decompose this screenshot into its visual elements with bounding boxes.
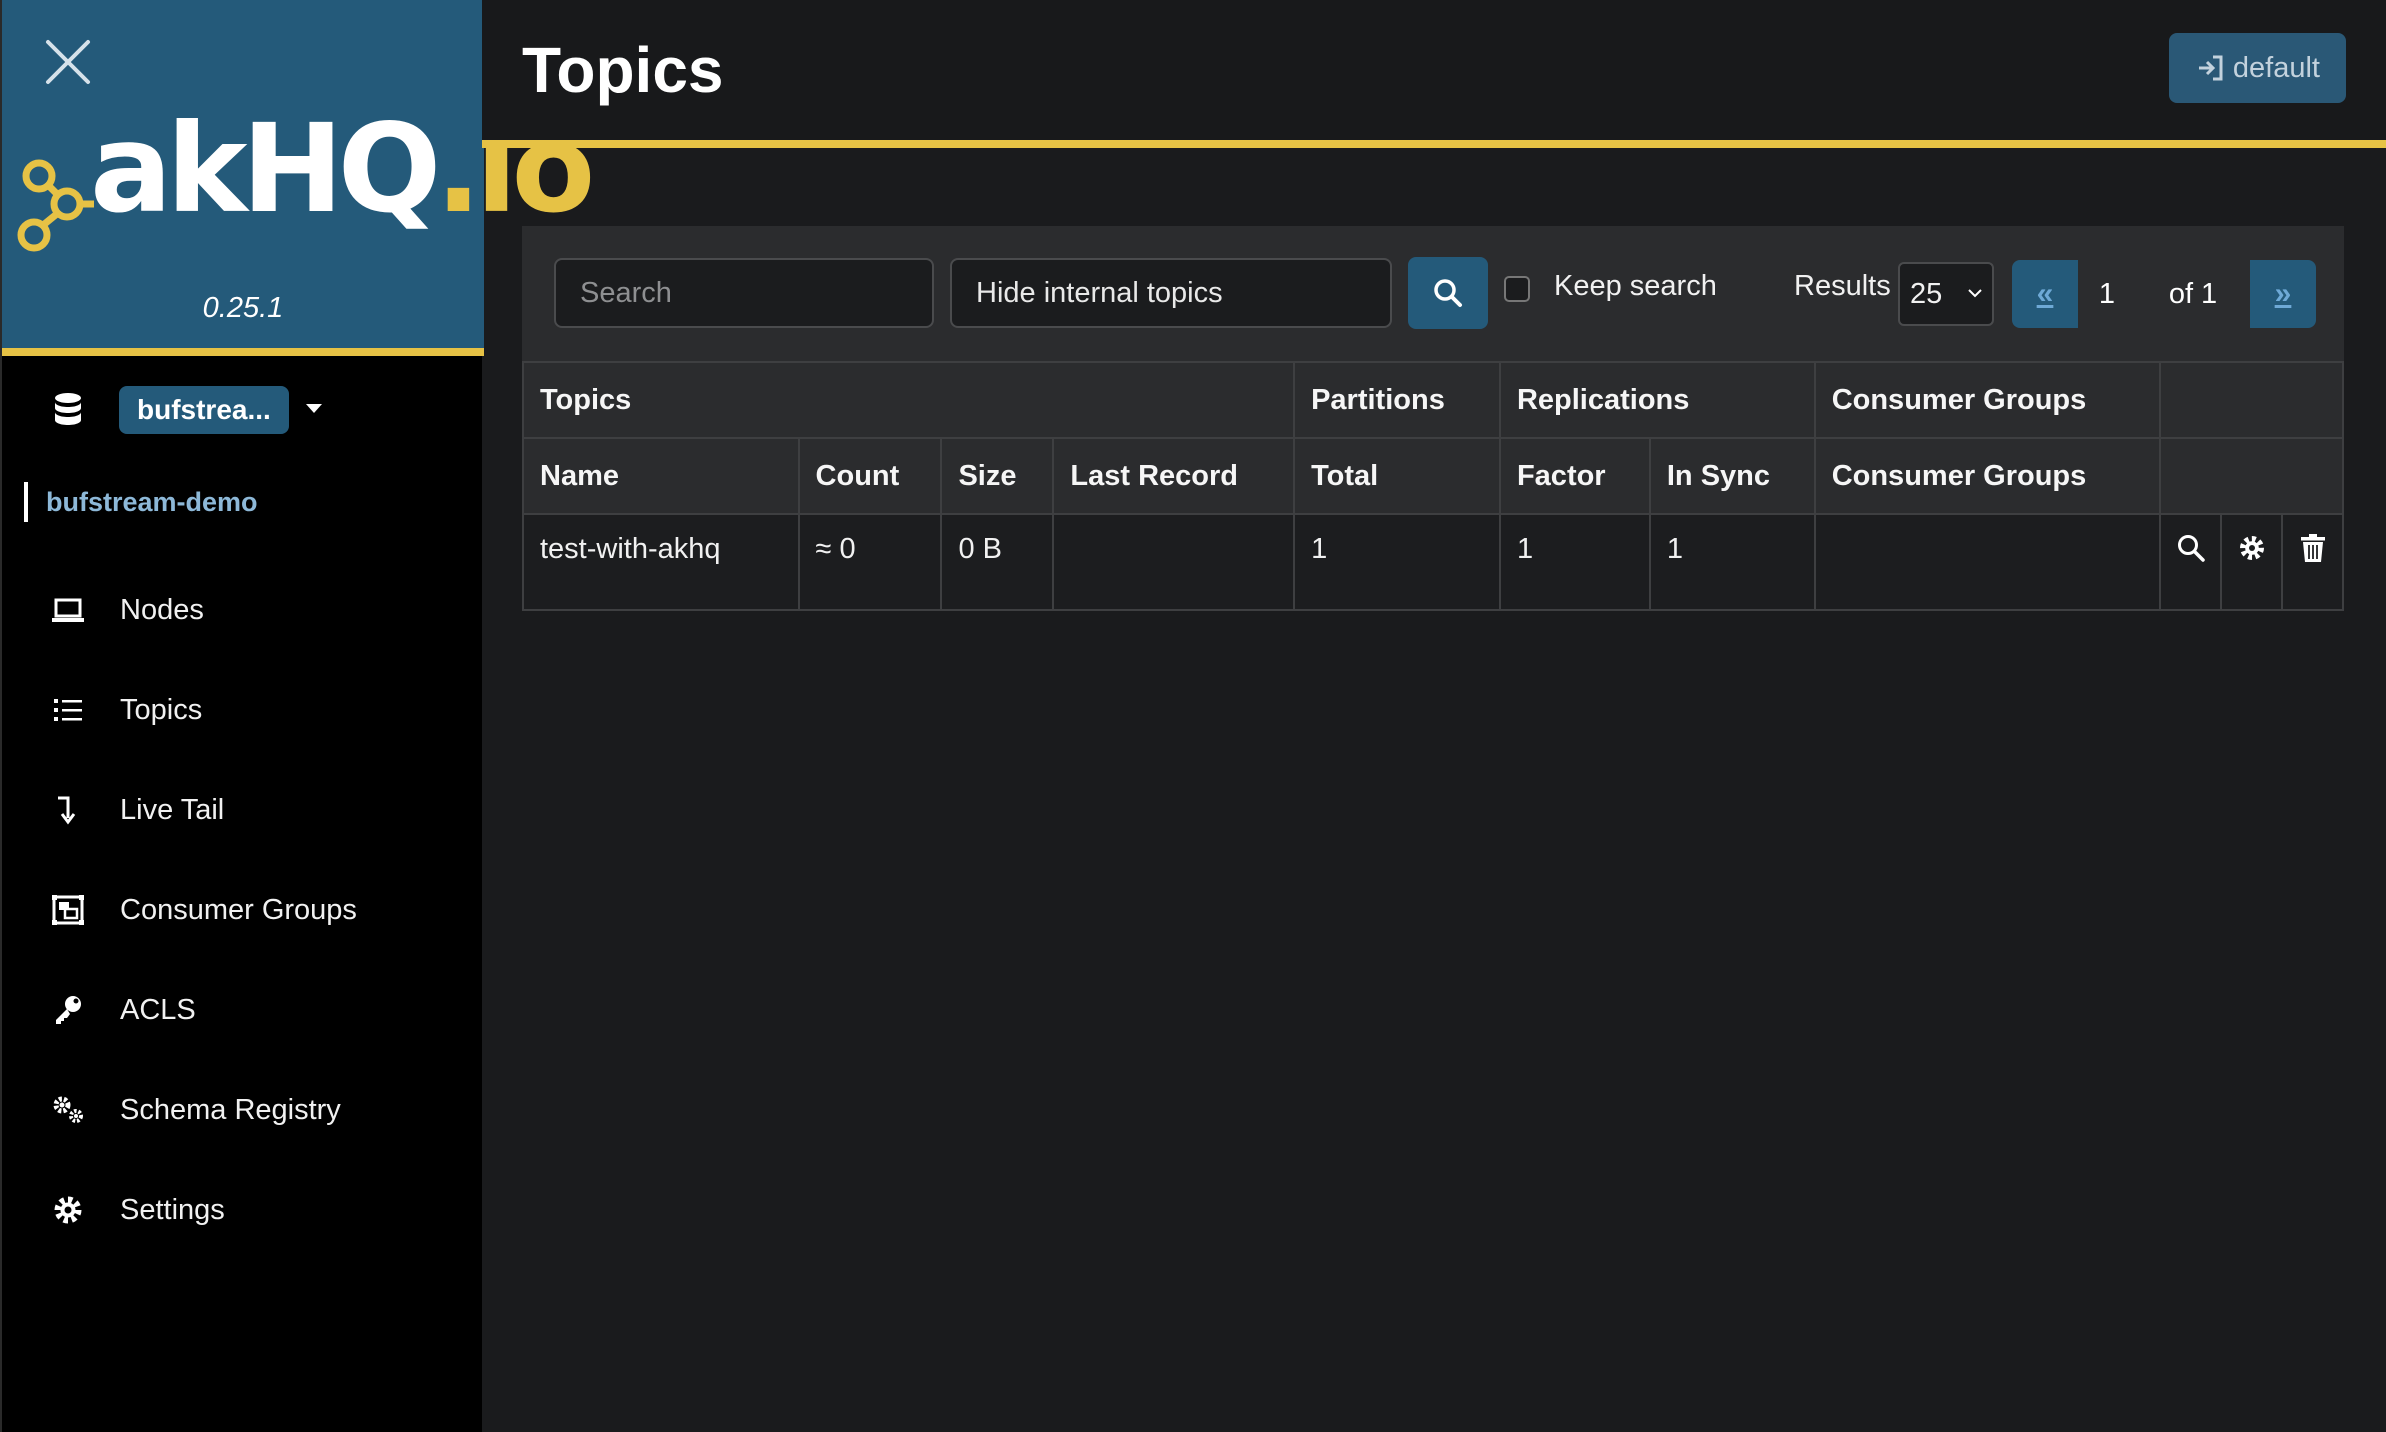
column-header-total[interactable]: Total [1293, 437, 1501, 515]
cell-replication-factor: 1 [1498, 513, 1651, 611]
sidebar: akHQ.io 0.25.1 bufstrea... bufstream-dem… [0, 0, 595, 1432]
first-page-button[interactable]: « [2012, 260, 2078, 328]
page-header: Topics default [482, 0, 2386, 148]
laptop-icon [52, 598, 84, 622]
cell-last-record [1052, 513, 1296, 611]
column-header-consumer-groups[interactable]: Consumer Groups [1813, 437, 2162, 515]
keep-search-label: Keep search [1554, 270, 1717, 302]
cell-size: 0 B [940, 513, 1055, 611]
table-row[interactable]: test-with-akhq ≈ 0 0 B 1 1 1 [522, 513, 2344, 611]
sidebar-nav: Nodes Topics Live Tail Consumer Groups A… [2, 560, 484, 1260]
column-header-factor[interactable]: Factor [1498, 437, 1651, 515]
level-down-icon [58, 796, 76, 825]
sidebar-item-label: Schema Registry [120, 1093, 341, 1126]
column-header-size[interactable]: Size [940, 437, 1055, 515]
delete-topic-button[interactable] [2281, 513, 2344, 611]
search-input[interactable] [554, 258, 934, 328]
keep-search-checkbox[interactable] [1504, 276, 1530, 302]
list-icon [54, 699, 82, 721]
sidebar-item-acls[interactable]: ACLS [2, 960, 484, 1060]
gear-icon [54, 1196, 82, 1224]
sidebar-item-nodes[interactable]: Nodes [2, 560, 484, 660]
results-per-page-value: 25 [1910, 278, 1943, 310]
column-header-last-record[interactable]: Last Record [1052, 437, 1296, 515]
group-header-replications: Replications [1498, 361, 1816, 439]
sidebar-item-settings[interactable]: Settings [2, 1160, 484, 1260]
group-header-consumer-groups: Consumer Groups [1813, 361, 2162, 439]
search-icon [2177, 535, 2205, 562]
sidebar-item-label: Live Tail [120, 793, 225, 826]
cell-consumer-groups [1813, 513, 2162, 611]
page-title: Topics [522, 34, 724, 106]
cell-in-sync: 1 [1648, 513, 1816, 611]
caret-down-icon[interactable] [306, 404, 322, 413]
topic-filter-select[interactable]: Hide internal topics [950, 258, 1392, 328]
object-group-icon [52, 895, 84, 925]
app-version: 0.25.1 [202, 292, 284, 324]
cell-topic-name[interactable]: test-with-akhq [522, 513, 800, 611]
sidebar-item-label: Nodes [120, 593, 204, 626]
group-header-partitions: Partitions [1293, 361, 1501, 439]
database-icon [55, 393, 81, 425]
login-button[interactable]: default [2168, 33, 2346, 103]
key-icon [56, 996, 81, 1024]
brand-header: akHQ.io 0.25.1 [2, 0, 595, 356]
topics-panel: Hide internal topics Keep search Results… [521, 226, 2344, 611]
sidebar-item-consumer-groups[interactable]: Consumer Groups [2, 860, 484, 960]
configure-topic-button[interactable] [2220, 513, 2284, 611]
login-button-label: default [2232, 52, 2320, 84]
last-page-button[interactable]: » [2250, 260, 2316, 328]
cluster-selector-row: bufstrea... [2, 378, 484, 444]
sidebar-item-label: ACLS [120, 993, 196, 1026]
close-icon[interactable] [42, 36, 94, 88]
sign-in-icon [2198, 55, 2223, 81]
active-cluster-name[interactable]: bufstream-demo [24, 482, 258, 522]
sidebar-item-topics[interactable]: Topics [2, 660, 484, 760]
gears-icon [53, 1096, 83, 1123]
trash-icon [2300, 534, 2325, 562]
column-header-count[interactable]: Count [797, 437, 943, 515]
column-header-in-sync[interactable]: In Sync [1648, 437, 1816, 515]
page-count: of 1 [2136, 260, 2250, 328]
topics-toolbar: Hide internal topics Keep search Results… [522, 226, 2344, 361]
cluster-selector-button[interactable]: bufstrea... [119, 386, 289, 434]
chevron-down-icon [1968, 289, 1982, 298]
search-button[interactable] [1408, 257, 1488, 329]
sidebar-item-live-tail[interactable]: Live Tail [2, 760, 484, 860]
group-header-actions [2159, 361, 2344, 439]
topics-table: Topics Partitions Replications Consumer … [521, 361, 2344, 611]
search-icon [1434, 279, 1462, 307]
results-per-page-select[interactable]: 25 [1898, 262, 1994, 326]
current-page: 1 [2078, 260, 2136, 328]
gear-icon [2239, 536, 2264, 560]
cell-partitions-total: 1 [1293, 513, 1501, 611]
table-group-header-row: Topics Partitions Replications Consumer … [521, 361, 2344, 439]
view-topic-button[interactable] [2159, 513, 2223, 611]
results-label: Results [1794, 270, 1891, 302]
sidebar-item-schema-registry[interactable]: Schema Registry [2, 1060, 484, 1160]
sidebar-item-label: Settings [120, 1193, 225, 1226]
sidebar-item-label: Consumer Groups [120, 893, 357, 926]
column-header-name[interactable]: Name [522, 437, 800, 515]
column-header-actions [2159, 437, 2344, 515]
table-column-header-row: Name Count Size Last Record Total Factor… [522, 437, 2344, 515]
sidebar-item-label: Topics [120, 693, 203, 726]
cell-count: ≈ 0 [797, 513, 943, 611]
group-header-topics: Topics [521, 361, 1296, 439]
pagination: « 1 of 1 » [2012, 260, 2316, 328]
